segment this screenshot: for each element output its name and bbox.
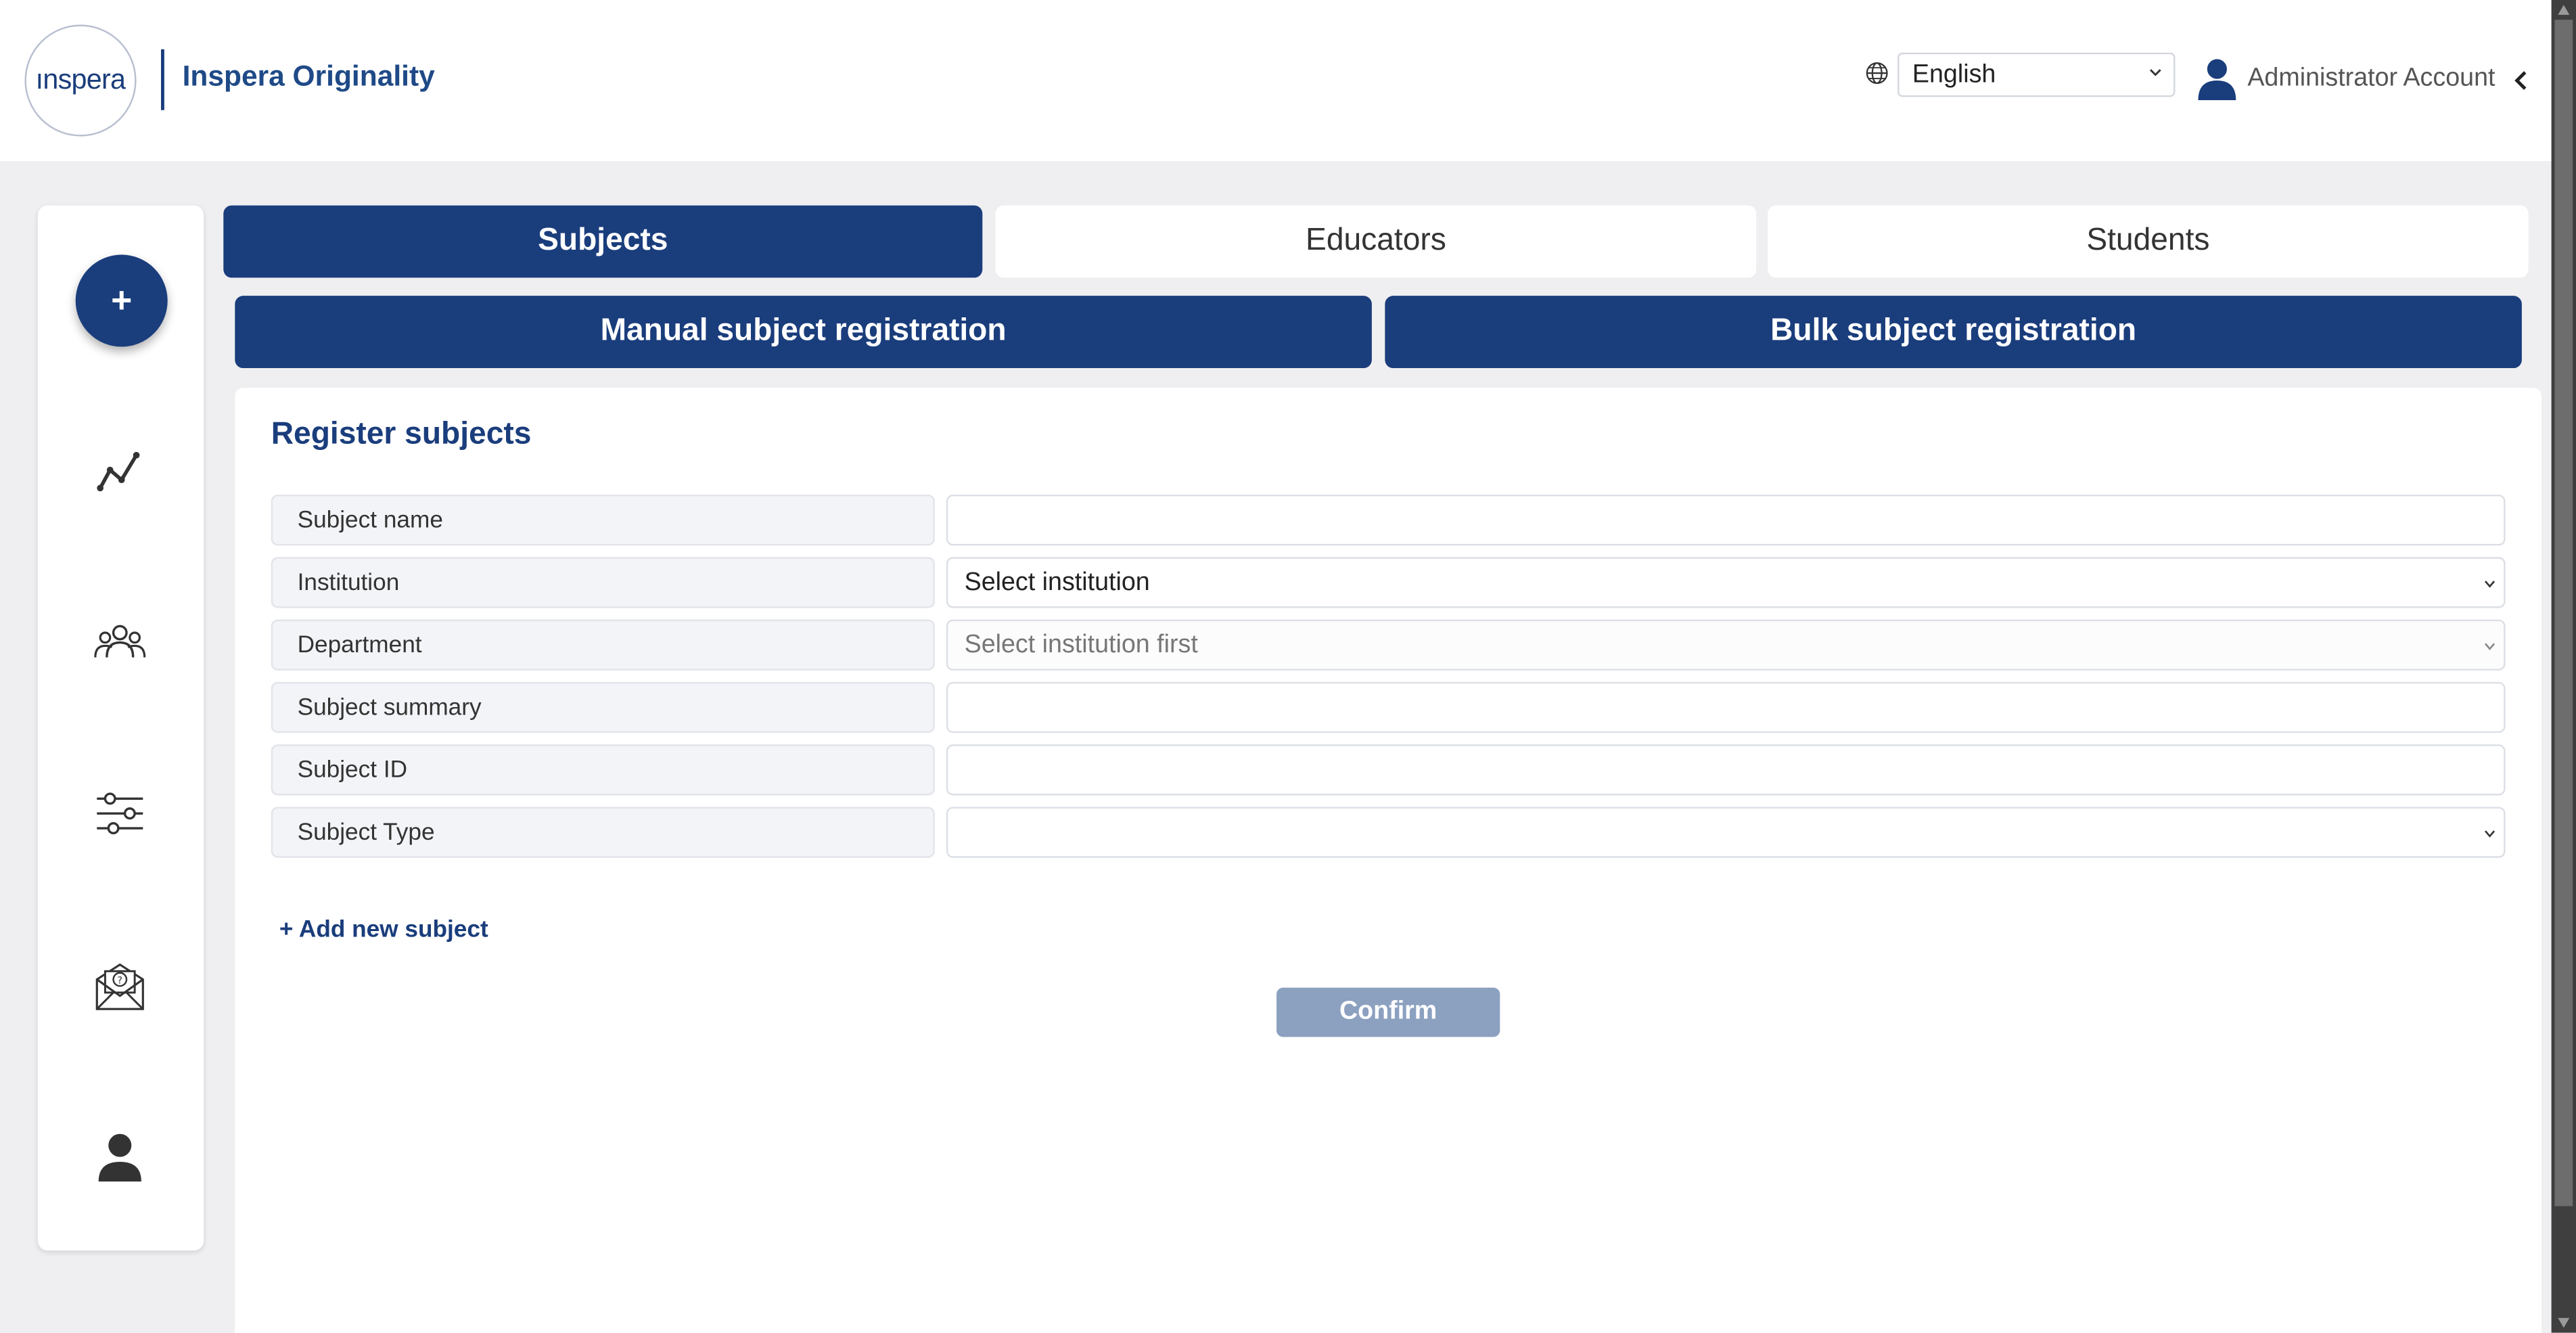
subject-summary-label: Subject summary	[271, 681, 935, 733]
analytics-icon[interactable]	[93, 444, 146, 497]
tab-subjects-label: Subjects	[538, 223, 668, 258]
scroll-up-arrow-icon[interactable]	[2556, 3, 2571, 16]
chevron-down-icon	[2150, 69, 2161, 76]
manual-registration-button[interactable]: Manual subject registration	[235, 296, 1372, 369]
subject-type-select[interactable]	[946, 807, 2506, 858]
plus-icon: +	[111, 279, 133, 321]
department-label: Department	[271, 619, 935, 671]
chevron-down-icon	[2484, 581, 2496, 588]
subject-name-input[interactable]	[946, 495, 2506, 546]
subject-id-label: Subject ID	[271, 744, 935, 796]
create-button[interactable]: +	[75, 254, 168, 347]
vertical-scrollbar[interactable]	[2551, 0, 2576, 1333]
inspera-logo[interactable]: ınspera	[24, 24, 137, 137]
bulk-registration-label: Bulk subject registration	[1770, 313, 2137, 348]
confirm-label: Confirm	[1339, 997, 1438, 1026]
tab-students-label: Students	[2086, 223, 2210, 258]
tab-educators[interactable]: Educators	[995, 205, 1757, 278]
users-group-icon[interactable]	[93, 616, 146, 669]
tab-students[interactable]: Students	[1768, 205, 2529, 278]
language-value: English	[1912, 60, 1996, 89]
side-navigation: + ?	[37, 205, 204, 1251]
logo-divider	[161, 49, 164, 110]
register-subjects-panel: Register subjects Subject name Instituti…	[235, 388, 2542, 1333]
subject-summary-input[interactable]	[946, 681, 2506, 733]
subject-name-label: Subject name	[271, 495, 935, 546]
account-name[interactable]: Administrator Account	[2247, 64, 2495, 94]
language-select[interactable]: English	[1898, 52, 2176, 97]
globe-icon	[1866, 62, 1888, 85]
svg-text:?: ?	[117, 975, 122, 987]
subject-id-input[interactable]	[946, 744, 2506, 796]
chevron-left-icon[interactable]	[2514, 69, 2530, 92]
scroll-down-arrow-icon[interactable]	[2556, 1316, 2571, 1329]
institution-select[interactable]: Select institution	[946, 557, 2506, 608]
top-header: ınspera Inspera Originality English Admi…	[0, 0, 2552, 162]
brand-name: Inspera Originality	[182, 59, 435, 93]
panel-title: Register subjects	[271, 417, 532, 452]
profile-icon[interactable]	[93, 1131, 146, 1183]
tab-educators-label: Educators	[1306, 223, 1446, 258]
subject-type-label: Subject Type	[271, 807, 935, 858]
add-new-subject-link[interactable]: + Add new subject	[279, 917, 488, 943]
department-value: Select institution first	[964, 631, 1198, 659]
chevron-down-icon	[2484, 643, 2496, 650]
institution-label: Institution	[271, 557, 935, 608]
scrollbar-thumb[interactable]	[2554, 20, 2573, 1206]
department-select[interactable]: Select institution first	[946, 619, 2506, 671]
account-icon[interactable]	[2196, 58, 2238, 101]
institution-value: Select institution	[964, 568, 1150, 597]
help-mail-icon[interactable]: ?	[93, 959, 146, 1012]
app-root: ınspera Inspera Originality English Admi…	[0, 0, 2576, 1333]
logo-text: ınspera	[35, 64, 126, 95]
bulk-registration-button[interactable]: Bulk subject registration	[1385, 296, 2522, 369]
settings-sliders-icon[interactable]	[93, 787, 146, 840]
manual-registration-label: Manual subject registration	[600, 313, 1007, 348]
tab-subjects[interactable]: Subjects	[223, 205, 983, 278]
confirm-button[interactable]: Confirm	[1276, 987, 1500, 1037]
chevron-down-icon	[2484, 830, 2496, 838]
